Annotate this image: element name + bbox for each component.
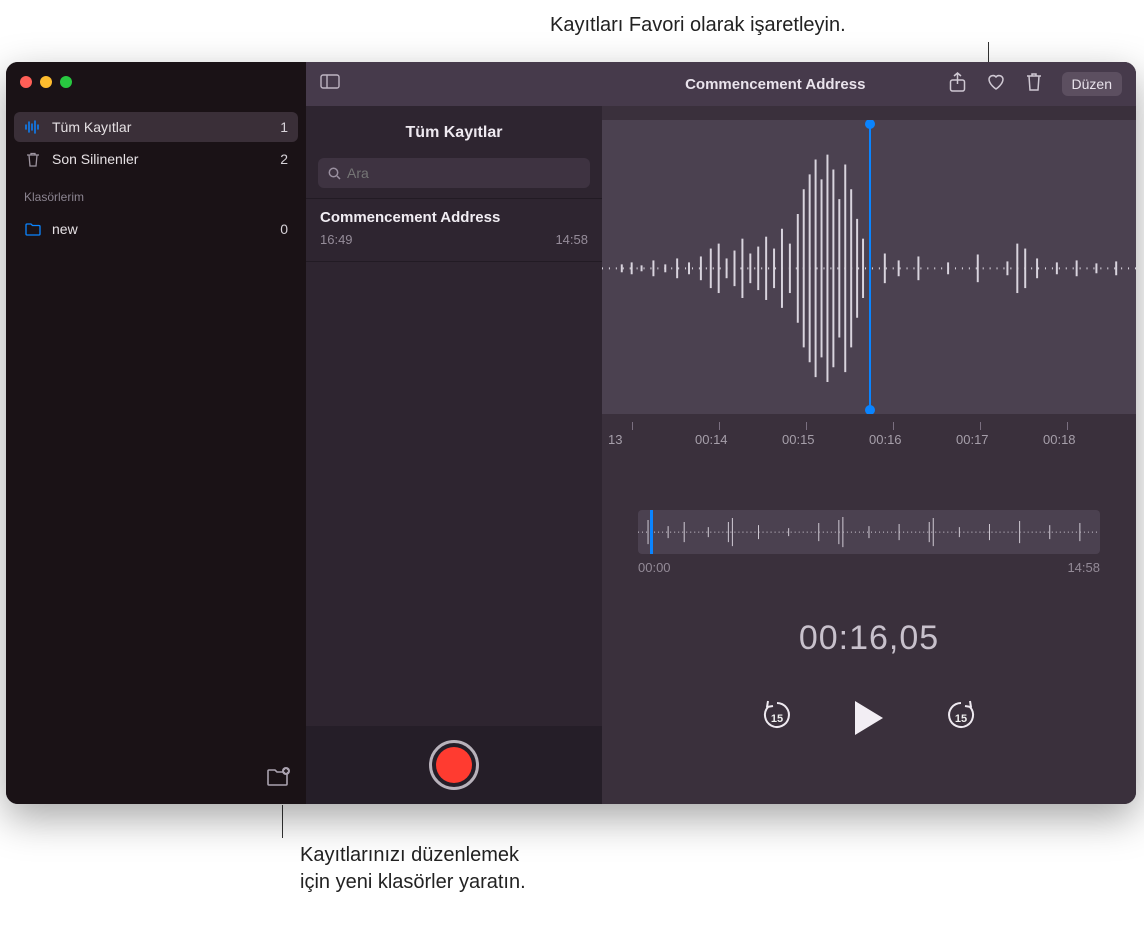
recording-time: 16:49	[320, 232, 353, 247]
waveform-icon	[24, 120, 42, 134]
list-titlebar	[306, 62, 602, 106]
callout-favorite: Kayıtları Favori olarak işaretleyin.	[550, 14, 846, 37]
time-ruler: 13 00:14 00:15 00:16 00:17 00:18	[602, 414, 1136, 450]
delete-button[interactable]	[1026, 72, 1042, 96]
trash-icon	[1026, 72, 1042, 91]
minimize-button[interactable]	[40, 76, 52, 88]
overview-playhead[interactable]	[650, 510, 653, 554]
sidebar-folder-item[interactable]: new 0	[14, 214, 298, 244]
share-icon	[949, 72, 966, 92]
sidebar-item-label: Son Silinenler	[52, 151, 138, 167]
skip-back-button[interactable]: 15	[760, 698, 794, 737]
search-icon	[328, 167, 341, 180]
sidebar-item-all-recordings[interactable]: Tüm Kayıtlar 1	[14, 112, 298, 142]
overview-start: 00:00	[638, 560, 671, 575]
search-field[interactable]	[318, 158, 590, 188]
recording-item[interactable]: Commencement Address 16:49 14:58	[306, 198, 602, 262]
toolbar: Commencement Address Düzen	[602, 62, 1136, 106]
sidebar-item-recently-deleted[interactable]: Son Silinenler 2	[14, 144, 298, 174]
record-bar	[306, 726, 602, 804]
voice-memos-window: Tüm Kayıtlar 1 Son Silinenler 2 Klasörle…	[6, 62, 1136, 804]
new-folder-button[interactable]	[266, 767, 290, 792]
sidebar: Tüm Kayıtlar 1 Son Silinenler 2 Klasörle…	[6, 62, 306, 804]
skip-forward-button[interactable]: 15	[944, 698, 978, 737]
share-button[interactable]	[949, 72, 966, 97]
playhead[interactable]	[869, 120, 871, 414]
sidebar-item-count: 1	[280, 119, 288, 135]
callout-new-folder: Kayıtlarınızı düzenlemek için yeni klasö…	[300, 842, 526, 896]
waveform-view[interactable]: 13 00:14 00:15 00:16 00:17 00:18	[602, 120, 1136, 450]
sidebar-item-label: new	[52, 221, 78, 237]
recordings-list-panel: Tüm Kayıtlar Commencement Address 16:49 …	[306, 62, 602, 804]
play-icon	[852, 699, 886, 737]
sidebar-item-label: Tüm Kayıtlar	[52, 119, 131, 135]
recording-duration: 14:58	[555, 232, 588, 247]
close-button[interactable]	[20, 76, 32, 88]
overview-labels: 00:00 14:58	[638, 560, 1100, 575]
record-core-icon	[436, 747, 472, 783]
overview-waveform[interactable]	[638, 510, 1100, 554]
record-button[interactable]	[429, 740, 479, 790]
recording-title: Commencement Address	[320, 209, 588, 226]
window-controls	[6, 62, 306, 106]
folder-icon	[24, 223, 42, 236]
sidebar-toggle-icon[interactable]	[320, 74, 340, 94]
sidebar-item-count: 2	[280, 151, 288, 167]
list-header: Tüm Kayıtlar	[306, 106, 602, 158]
callout-line	[282, 805, 283, 838]
overview-end: 14:58	[1067, 560, 1100, 575]
search-input[interactable]	[347, 165, 580, 181]
overview-graphic	[638, 510, 1100, 554]
edit-button[interactable]: Düzen	[1062, 72, 1122, 96]
sidebar-section-label: Klasörlerim	[6, 176, 306, 208]
play-button[interactable]	[852, 699, 886, 737]
skip-back-seconds: 15	[760, 700, 794, 737]
trash-icon	[24, 152, 42, 167]
playback-controls: 15 15	[602, 698, 1136, 737]
sidebar-item-count: 0	[280, 221, 288, 237]
favorite-button[interactable]	[986, 73, 1006, 96]
skip-forward-seconds: 15	[944, 700, 978, 737]
current-timestamp: 00:16,05	[602, 619, 1136, 658]
recording-title-toolbar: Commencement Address	[602, 76, 949, 93]
heart-icon	[986, 73, 1006, 91]
detail-panel: Commencement Address Düzen	[602, 62, 1136, 804]
callout-line	[988, 42, 989, 64]
fullscreen-button[interactable]	[60, 76, 72, 88]
